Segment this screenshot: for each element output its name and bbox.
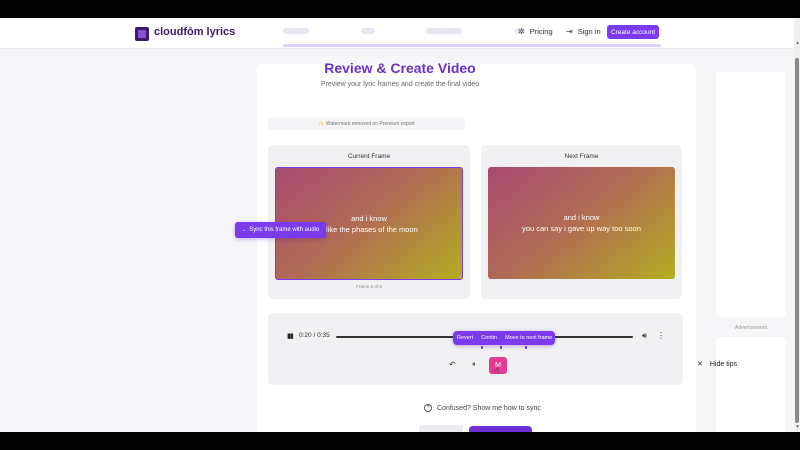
playback-time: 0:20 / 0:35 bbox=[299, 332, 330, 339]
tip-pointer-continue bbox=[500, 346, 502, 349]
next-frame-card: Next Frame and i know you can say i gave… bbox=[481, 145, 682, 299]
page-title: Review & Create Video bbox=[324, 60, 476, 76]
frame-counter: Frame 5 of 6 bbox=[356, 284, 382, 289]
top-header: cloudfōm lyrics ✲ Pricing ⇥ Sign in Crea… bbox=[0, 18, 795, 49]
scrollbar-thumb[interactable] bbox=[795, 58, 799, 423]
hide-tips-toggle[interactable]: ✕ Hide tips bbox=[697, 360, 738, 369]
faded-nav-links bbox=[283, 28, 663, 38]
current-frame-label: Current Frame bbox=[347, 153, 391, 160]
sparkle-icon: ✲ bbox=[518, 27, 525, 36]
tip-move-next[interactable]: Move to next frame bbox=[505, 335, 552, 341]
brand-name[interactable]: cloudfōm lyrics bbox=[154, 26, 235, 38]
current-frame-line-1: and i know bbox=[351, 213, 387, 223]
audio-player-card bbox=[268, 313, 683, 385]
more-vertical-icon[interactable]: ⋮ bbox=[657, 331, 665, 340]
tip-continue[interactable]: Contin bbox=[481, 335, 497, 341]
next-frame-line-1: and i know bbox=[563, 213, 600, 222]
next-frame-line-2: you can say i gave up way too soon bbox=[522, 224, 641, 233]
nav-signin-label: Sign in bbox=[577, 27, 601, 36]
pause-icon[interactable]: ▮▮ bbox=[287, 332, 294, 340]
next-frame-label: Next Frame bbox=[564, 153, 599, 160]
watermark-notice: ✨ Watermark removed on Premium export bbox=[268, 117, 465, 130]
tip-revert[interactable]: Revert bbox=[457, 335, 473, 341]
sync-frame-tip-button[interactable]: ← Sync this frame with audio bbox=[235, 222, 326, 238]
brand-logo-icon[interactable] bbox=[135, 27, 149, 41]
mouse-pointer-icon: ☝︎ bbox=[494, 365, 500, 375]
current-frame-line-2: s like the phases of the moon bbox=[320, 224, 418, 234]
show-sync-help-label: Confused? Show me how to sync bbox=[437, 404, 541, 412]
nav-pricing-label: Pricing bbox=[529, 27, 553, 36]
create-account-button[interactable]: Create account bbox=[607, 25, 659, 39]
login-icon: ⇥ bbox=[566, 27, 573, 36]
advertisement-label: Advertisement bbox=[735, 325, 767, 331]
advertisement-slot bbox=[716, 337, 786, 432]
scroll-down-icon[interactable]: ▼ bbox=[795, 424, 800, 430]
nav-signin-link[interactable]: ⇥ Sign in bbox=[566, 27, 601, 36]
help-circle-icon: ? bbox=[424, 404, 432, 412]
tip-pointer-revert bbox=[481, 346, 483, 349]
tip-pointer-next bbox=[525, 346, 527, 349]
page-subtitle: Preview your lyric frames and create the… bbox=[320, 81, 480, 88]
faded-progress-underline bbox=[283, 44, 661, 47]
pause-control-icon[interactable]: ⏸︎ bbox=[472, 361, 476, 369]
undo-icon[interactable]: ↶ bbox=[449, 360, 456, 369]
right-sidebar-panel bbox=[716, 72, 786, 317]
bottom-letterbox bbox=[0, 432, 800, 450]
close-icon: ✕ bbox=[697, 361, 703, 368]
show-sync-help-link[interactable]: ? Confused? Show me how to sync bbox=[424, 404, 541, 412]
volume-icon[interactable]: 🔊︎ bbox=[642, 331, 647, 341]
nav-pricing-link[interactable]: ✲ Pricing bbox=[518, 27, 553, 36]
next-frame-preview: and i know you can say i gave up way too… bbox=[488, 167, 675, 279]
sync-tips-bar: Revert Contin Move to next frame bbox=[453, 331, 555, 345]
hide-tips-label: Hide tips bbox=[709, 360, 738, 368]
scroll-up-icon[interactable]: ▲ bbox=[795, 40, 800, 46]
